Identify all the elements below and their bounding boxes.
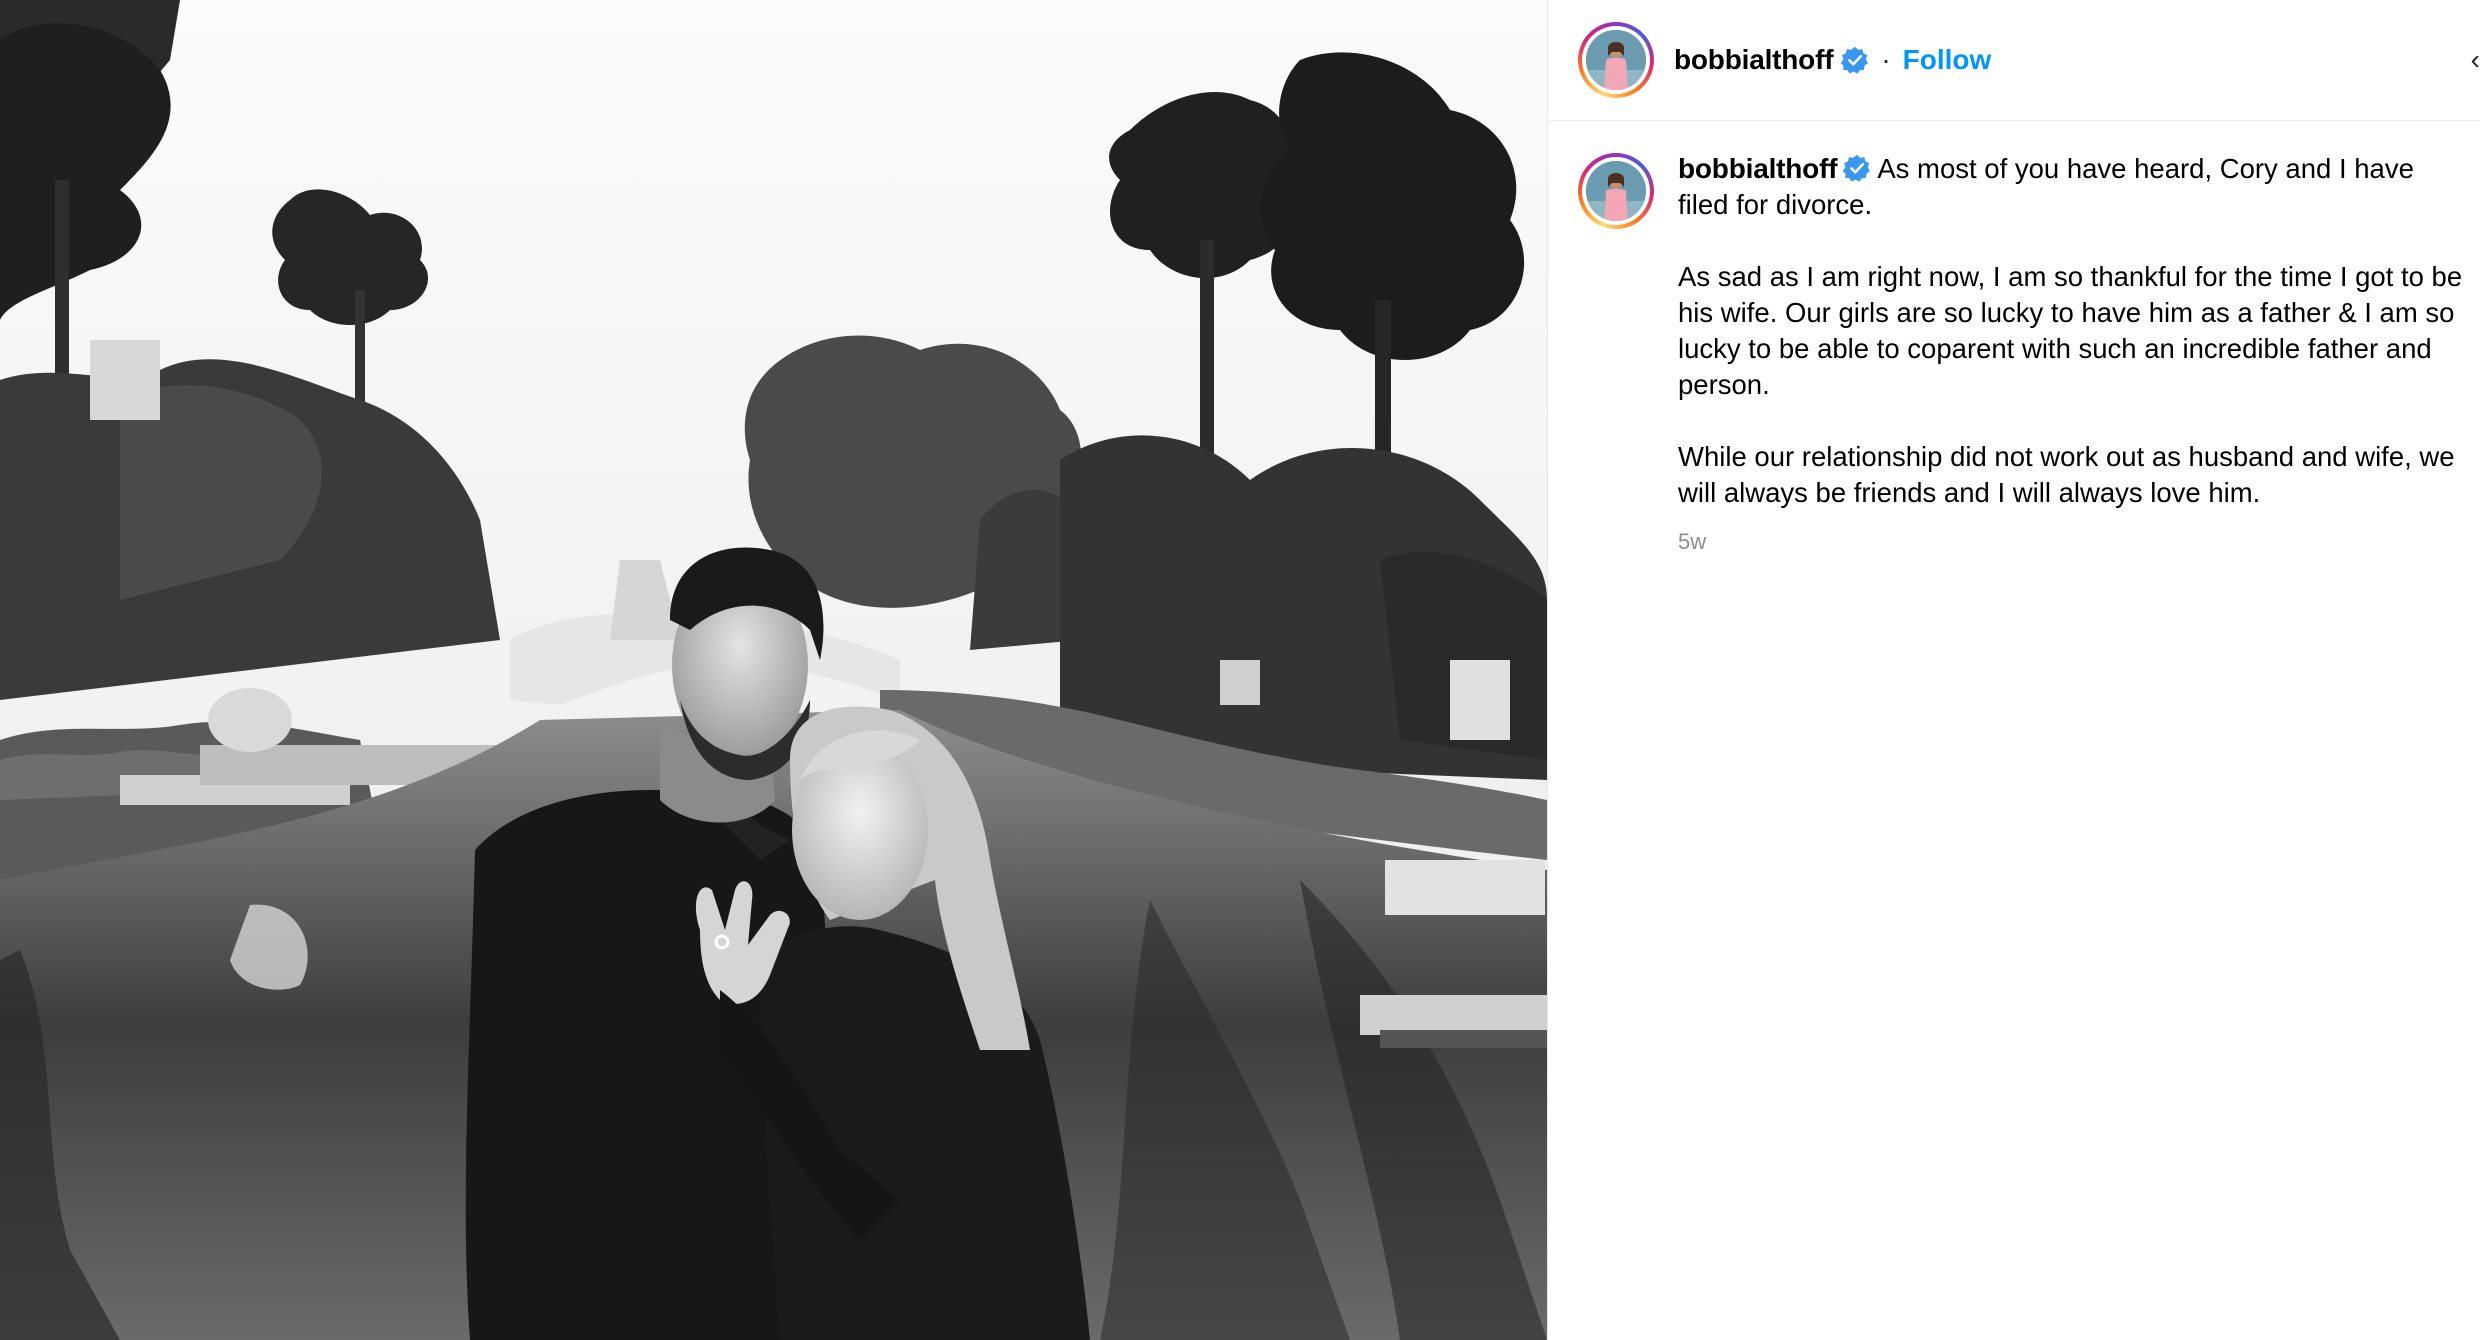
follow-button[interactable]: Follow	[1903, 44, 1992, 76]
more-options-icon[interactable]: ‹	[2471, 44, 2480, 76]
verified-badge-icon	[1841, 46, 1869, 74]
instagram-post: bobbialthoff · Follow ‹ bobbialthoff As …	[0, 0, 2480, 1340]
separator-dot: ·	[1881, 44, 1891, 75]
post-photo[interactable]	[0, 0, 1547, 1340]
story-ring[interactable]	[1578, 22, 1654, 98]
caption-row: bobbialthoff As most of you have heard, C…	[1548, 121, 2480, 555]
profile-avatar	[1586, 30, 1646, 90]
post-timestamp[interactable]: 5w	[1678, 529, 2468, 555]
black-and-white-couple-photo	[0, 0, 1547, 1340]
post-side-panel: bobbialthoff · Follow ‹ bobbialthoff As …	[1547, 0, 2480, 1340]
post-header: bobbialthoff · Follow ‹	[1548, 0, 2480, 121]
verified-badge-icon	[1843, 154, 1871, 182]
caption: bobbialthoff As most of you have heard, C…	[1678, 151, 2468, 511]
caption-avatar	[1586, 161, 1646, 221]
caption-username[interactable]: bobbialthoff	[1678, 153, 1838, 184]
caption-text: As most of you have heard, Cory and I ha…	[1678, 153, 2463, 508]
header-username[interactable]: bobbialthoff	[1674, 44, 1834, 76]
caption-story-ring[interactable]	[1578, 153, 1654, 229]
caption-body: bobbialthoff As most of you have heard, C…	[1678, 151, 2468, 555]
